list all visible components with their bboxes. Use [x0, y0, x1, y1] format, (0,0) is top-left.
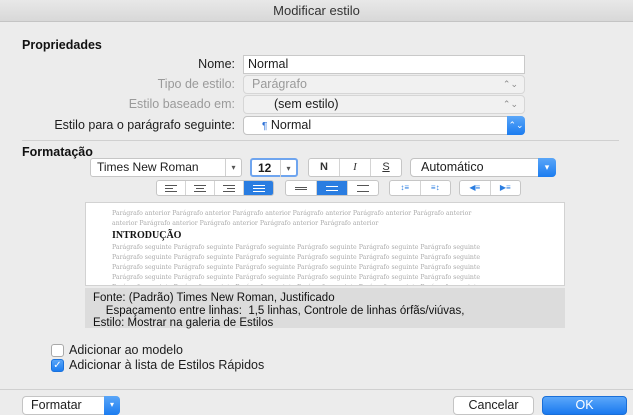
- italic-button[interactable]: I: [340, 159, 371, 176]
- divider: [22, 140, 619, 141]
- description-line: Estilo: Mostrar na galeria de Estilos: [93, 317, 274, 329]
- preview-following-text: Parágrafo seguinte Parágrafo seguinte Pa…: [112, 244, 481, 251]
- divider: [0, 389, 633, 390]
- chevron-down-icon[interactable]: ▾: [225, 159, 241, 176]
- font-name-value: Times New Roman: [97, 160, 199, 174]
- add-to-template-checkbox[interactable]: Adicionar ao modelo: [51, 343, 183, 357]
- updown-icon: ⌃⌄: [502, 99, 518, 109]
- preview-following-text: Parágrafo seguinte Parágrafo seguinte Pa…: [112, 274, 481, 281]
- decrease-indent-icon: ◀≡: [469, 183, 481, 192]
- add-to-quick-styles-label: Adicionar à lista de Estilos Rápidos: [69, 358, 265, 372]
- preview-following-text: Parágrafo seguinte Parágrafo seguinte Pa…: [86, 283, 564, 285]
- double-spacing-button[interactable]: [348, 181, 378, 195]
- add-to-quick-styles-checkbox[interactable]: ✓ Adicionar à lista de Estilos Rápidos: [51, 358, 264, 372]
- justify-button[interactable]: [244, 181, 273, 195]
- line-spacing-group: [285, 180, 379, 196]
- checkbox-box[interactable]: [51, 344, 64, 357]
- font-name-combo[interactable]: Times New Roman ▾: [90, 158, 242, 177]
- align-left-button[interactable]: [157, 181, 186, 195]
- space-after-button[interactable]: ≡↕: [421, 181, 451, 195]
- single-spacing-button[interactable]: [286, 181, 317, 195]
- font-size-combo[interactable]: 12 ▾: [250, 158, 298, 177]
- based-on-label: Estilo baseado em:: [128, 97, 235, 111]
- space-after-icon: ≡↕: [430, 183, 440, 192]
- alignment-group: [156, 180, 274, 196]
- chevron-down-icon[interactable]: ▾: [280, 160, 296, 177]
- style-type-popup: Parágrafo ⌃⌄: [243, 75, 525, 94]
- align-center-icon: [194, 184, 206, 193]
- add-to-template-label: Adicionar ao modelo: [69, 343, 183, 357]
- increase-indent-icon: ▶≡: [499, 183, 511, 192]
- name-field[interactable]: Normal: [243, 55, 525, 74]
- paragraph-spacing-group: ↕≡ ≡↕: [389, 180, 451, 196]
- preview-following-text: Parágrafo seguinte Parágrafo seguinte Pa…: [112, 264, 481, 271]
- align-center-button[interactable]: [186, 181, 215, 195]
- one-half-spacing-button[interactable]: [317, 181, 348, 195]
- properties-section-title: Propriedades: [22, 38, 102, 52]
- align-right-icon: [223, 184, 235, 193]
- underline-button[interactable]: S: [371, 159, 401, 176]
- preview-previous-text: anterior Parágrafo anterior Parágrafo an…: [112, 220, 379, 227]
- decrease-indent-button[interactable]: ◀≡: [460, 181, 491, 195]
- format-menu-button[interactable]: Formatar ▾: [22, 396, 120, 415]
- font-color-popup[interactable]: Automático ▾: [410, 158, 556, 177]
- name-label: Nome:: [198, 57, 235, 71]
- align-left-icon: [165, 184, 177, 193]
- based-on-value: (sem estilo): [274, 97, 339, 111]
- formatting-section-title: Formatação: [22, 145, 93, 159]
- ok-button[interactable]: OK: [542, 396, 627, 415]
- window-title: Modificar estilo: [0, 0, 633, 22]
- bold-button[interactable]: N: [309, 159, 340, 176]
- updown-icon: ⌃⌄: [502, 79, 518, 89]
- next-style-label: Estilo para o parágrafo seguinte:: [54, 118, 235, 132]
- style-type-label: Tipo de estilo:: [157, 77, 235, 91]
- preview-sample-text: INTRODUÇÃO: [112, 230, 182, 241]
- format-button-label: Formatar: [31, 398, 82, 412]
- style-type-value: Parágrafo: [252, 77, 307, 91]
- font-color-value: Automático: [421, 160, 484, 174]
- font-size-value: 12: [258, 161, 272, 175]
- updown-icon: ⌃⌄: [507, 116, 525, 135]
- indent-group: ◀≡ ▶≡: [459, 180, 521, 196]
- one-half-spacing-icon: [326, 184, 338, 193]
- preview-previous-text: Parágrafo anterior Parágrafo anterior Pa…: [112, 210, 472, 217]
- space-before-icon: ↕≡: [400, 183, 410, 192]
- style-description: Fonte: (Padrão) Times New Roman, Justifi…: [85, 288, 565, 329]
- preview-following-text: Parágrafo seguinte Parágrafo seguinte Pa…: [112, 254, 481, 261]
- cancel-button[interactable]: Cancelar: [453, 396, 534, 415]
- description-line: Espaçamento entre linhas: 1,5 linhas, Co…: [93, 304, 465, 317]
- double-spacing-icon: [357, 184, 369, 193]
- description-line: Fonte: (Padrão) Times New Roman, Justifi…: [93, 292, 335, 304]
- next-style-popup[interactable]: ¶ Normal ⌃⌄: [243, 116, 525, 135]
- align-right-button[interactable]: [215, 181, 244, 195]
- based-on-popup[interactable]: (sem estilo) ⌃⌄: [243, 95, 525, 114]
- pilcrow-icon: ¶: [262, 121, 268, 132]
- next-style-value: Normal: [270, 118, 312, 132]
- single-spacing-icon: [295, 184, 307, 193]
- font-style-group: N I S: [308, 158, 402, 177]
- checkmark-icon[interactable]: ✓: [51, 359, 64, 372]
- justify-icon: [252, 184, 265, 193]
- style-preview: Parágrafo anterior Parágrafo anterior Pa…: [85, 202, 565, 286]
- chevron-down-icon: ▾: [104, 396, 120, 415]
- chevron-down-icon: ▾: [538, 158, 556, 177]
- increase-indent-button[interactable]: ▶≡: [491, 181, 521, 195]
- space-before-button[interactable]: ↕≡: [390, 181, 421, 195]
